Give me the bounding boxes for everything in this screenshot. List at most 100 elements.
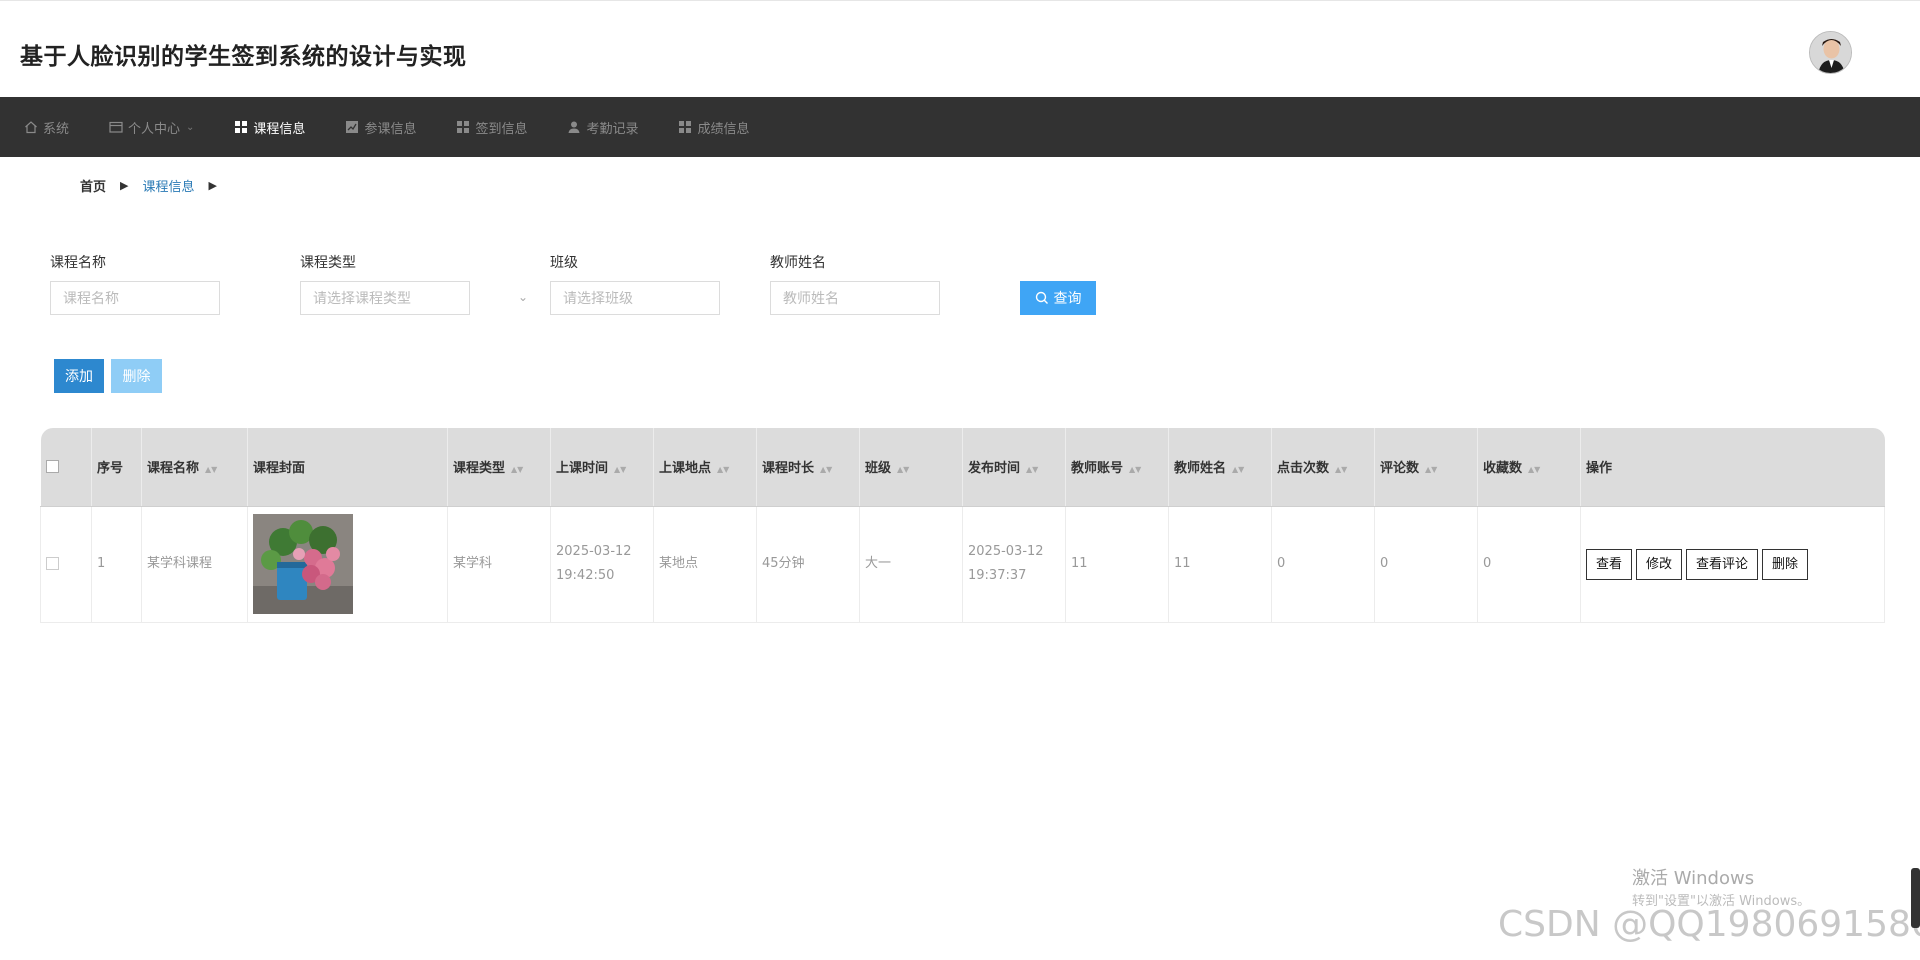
sort-icon[interactable]: ▲▼: [1129, 465, 1141, 474]
cell-class-time: 2025-03-12 19:42:50: [550, 506, 654, 622]
search-icon: [1035, 291, 1048, 304]
teacher-name-label: 教师姓名: [770, 255, 826, 271]
class-field: 班级 请选择班级 ⌄: [550, 252, 778, 315]
header: 基于人脸识别的学生签到系统的设计与实现: [0, 0, 1920, 97]
view-comments-button[interactable]: 查看评论: [1686, 548, 1759, 580]
grid-icon: [678, 120, 692, 134]
sort-icon[interactable]: ▲▼: [511, 465, 523, 474]
column-header[interactable]: 上课地点 ▲▼: [653, 428, 757, 507]
nav-item-attendance-record[interactable]: 考勤记录: [567, 97, 638, 157]
breadcrumb-current[interactable]: 课程信息: [142, 176, 194, 195]
column-header[interactable]: 发布时间 ▲▼: [962, 428, 1066, 507]
row-checkbox-cell[interactable]: [40, 506, 92, 622]
chevron-down-icon: ⌄: [186, 121, 195, 133]
avatar[interactable]: [1809, 31, 1852, 74]
sort-icon[interactable]: ▲▼: [1232, 465, 1244, 474]
table-header-row: 序号 课程名称 ▲▼ 课程封面 课程类型 ▲▼ 上课时间 ▲▼ 上课地点 ▲▼ 课程时长…: [40, 428, 1885, 507]
nav-item-label: 课程信息: [253, 121, 306, 137]
breadcrumb-home[interactable]: 首页: [80, 176, 106, 195]
course-name-label: 课程名称: [50, 255, 106, 271]
column-header: 序号: [91, 428, 142, 507]
column-header[interactable]: 课程名称 ▲▼: [141, 428, 248, 507]
cell-cover: [247, 506, 448, 622]
nav-item-grade-info[interactable]: 成绩信息: [678, 97, 750, 157]
card-icon: [109, 120, 123, 134]
class-select[interactable]: 请选择班级: [550, 281, 720, 315]
grid-icon: [456, 120, 470, 134]
select-all-checkbox-cell[interactable]: [40, 428, 92, 507]
batch-delete-button[interactable]: 删除: [111, 359, 162, 393]
cell-course-type: 某学科: [447, 506, 551, 622]
column-header: 操作: [1580, 428, 1885, 507]
cell-index: 1: [91, 506, 142, 622]
nav-item-system[interactable]: 系统: [24, 97, 69, 157]
user-icon: [567, 120, 581, 134]
sort-icon[interactable]: ▲▼: [1026, 465, 1038, 474]
row-checkbox[interactable]: [46, 557, 59, 570]
column-header[interactable]: 点击次数 ▲▼: [1271, 428, 1375, 507]
column-header[interactable]: 教师姓名 ▲▼: [1168, 428, 1272, 507]
column-header[interactable]: 收藏数 ▲▼: [1477, 428, 1581, 507]
edit-button[interactable]: 修改: [1636, 548, 1683, 580]
page: 基于人脸识别的学生签到系统的设计与实现 系统 个人中心 ⌄ 课程信息 参课信息 …: [0, 0, 1920, 960]
windows-activation-title: 激活 Windows: [1632, 868, 1755, 889]
cell-favorites: 0: [1477, 506, 1581, 622]
cell-comments: 0: [1374, 506, 1478, 622]
cell-actions: 查看 修改 查看评论 删除: [1580, 506, 1885, 622]
nav-item-course-info[interactable]: 课程信息: [234, 97, 305, 157]
sort-icon[interactable]: ▲▼: [1528, 465, 1540, 474]
cell-publish-time: 2025-03-12 19:37:37: [962, 506, 1066, 622]
nav-item-label: 个人中心: [128, 121, 181, 137]
site-title: 基于人脸识别的学生签到系统的设计与实现: [20, 44, 467, 70]
nav-item-label: 参课信息: [364, 121, 417, 137]
column-header: 课程封面: [247, 428, 448, 507]
nav-item-attendance-course[interactable]: 参课信息: [345, 97, 416, 157]
course-name-field: 课程名称 课程名称: [50, 252, 220, 315]
query-button[interactable]: 查询: [1020, 281, 1096, 315]
nav-item-label: 考勤记录: [586, 121, 639, 137]
chevron-down-icon: ⌄: [518, 290, 529, 304]
course-name-input[interactable]: 课程名称: [50, 281, 220, 315]
breadcrumb: 首页 ▶ 课程信息 ▶: [80, 176, 231, 195]
cell-clicks: 0: [1271, 506, 1375, 622]
teacher-name-input[interactable]: 教师姓名: [770, 281, 940, 315]
view-button[interactable]: 查看: [1586, 548, 1633, 580]
select-all-checkbox[interactable]: [45, 460, 59, 474]
nav-item-label: 系统: [43, 121, 70, 137]
query-button-label: 查询: [1053, 291, 1082, 307]
cell-location: 某地点: [653, 506, 757, 622]
column-header[interactable]: 课程类型 ▲▼: [447, 428, 551, 507]
column-header[interactable]: 课程时长 ▲▼: [756, 428, 860, 507]
cell-course-name: 某学科课程: [141, 506, 248, 622]
column-header[interactable]: 评论数 ▲▼: [1374, 428, 1478, 507]
grid-icon: [234, 120, 248, 134]
chevron-right-icon: ▶: [120, 179, 129, 192]
column-header[interactable]: 上课时间 ▲▼: [550, 428, 654, 507]
table-row: 1 某学科课程 某学科 2025-03-12 19:42:50 某地点 45分钟…: [40, 506, 1885, 622]
sort-icon[interactable]: ▲▼: [614, 465, 626, 474]
column-header[interactable]: 班级 ▲▼: [859, 428, 963, 507]
column-header[interactable]: 教师账号 ▲▼: [1065, 428, 1169, 507]
course-type-label: 课程类型: [300, 255, 356, 271]
nav-item-personal-center[interactable]: 个人中心 ⌄: [109, 97, 194, 157]
delete-button[interactable]: 删除: [1762, 548, 1809, 580]
chart-icon: [345, 120, 359, 134]
add-button[interactable]: 添加: [54, 359, 104, 393]
course-cover-image: [253, 514, 353, 614]
cell-teacher-account: 11: [1065, 506, 1169, 622]
course-type-select[interactable]: 请选择课程类型: [300, 281, 470, 315]
sort-icon[interactable]: ▲▼: [820, 465, 832, 474]
sort-icon[interactable]: ▲▼: [205, 465, 217, 474]
nav-item-label: 签到信息: [475, 121, 528, 137]
course-table: 序号 课程名称 ▲▼ 课程封面 课程类型 ▲▼ 上课时间 ▲▼ 上课地点 ▲▼ 课程时长…: [40, 428, 1885, 623]
nav-item-signin-info[interactable]: 签到信息: [456, 97, 527, 157]
csdn-watermark: CSDN @QQ1980691580: [1498, 904, 1920, 945]
home-icon: [24, 120, 38, 134]
scroll-handle[interactable]: [1911, 868, 1920, 928]
chevron-right-icon: ▶: [208, 179, 217, 192]
sort-icon[interactable]: ▲▼: [897, 465, 909, 474]
sort-icon[interactable]: ▲▼: [717, 465, 729, 474]
sort-icon[interactable]: ▲▼: [1425, 465, 1437, 474]
teacher-name-field: 教师姓名 教师姓名: [770, 252, 940, 315]
sort-icon[interactable]: ▲▼: [1335, 465, 1347, 474]
